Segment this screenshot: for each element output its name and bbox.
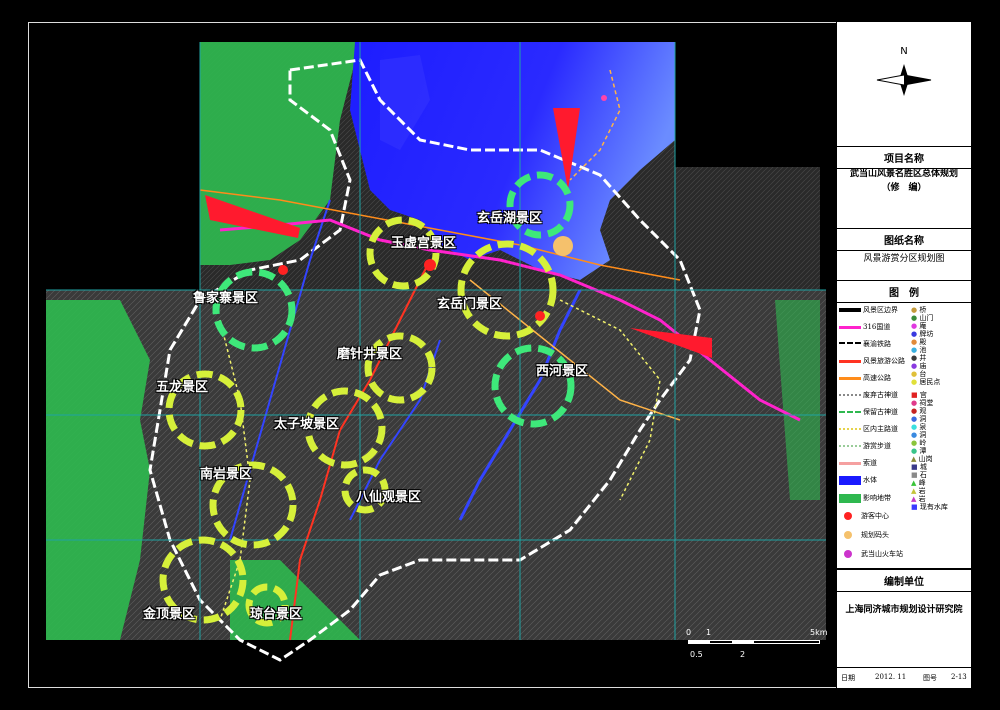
drawing-title-heading: 图纸名称 xyxy=(837,228,971,251)
legend-item: 水体 xyxy=(839,475,877,485)
north-label: N xyxy=(900,46,908,57)
legend-item: 316国道 xyxy=(839,322,890,332)
north-arrow-icon xyxy=(876,64,932,96)
title-block-panel: N 项目名称 武当山风景名胜区总体规划 （修 编） 图纸名称 风景游赏分区规划图… xyxy=(836,22,971,688)
visitor-center-marker[interactable] xyxy=(535,311,545,321)
legend-swatch-road316 xyxy=(839,325,861,329)
sheet-label: 图号 xyxy=(923,674,937,682)
date-label: 日期 xyxy=(841,674,855,682)
legend-swatch-abandoned-path xyxy=(839,394,861,396)
legend-item: 游赏步道 xyxy=(839,441,891,451)
legend-swatch-expressway xyxy=(839,376,861,380)
legend-item: 索道 xyxy=(839,458,877,468)
legend-right-column: ● 桥 ● 山门 ● 庵 ● 牌坊 ● 殿 ● 池 ● 井 ● 庙 ● 台 ● … xyxy=(911,305,969,545)
zone-label-nanyan[interactable]: 南岩景区 xyxy=(200,463,252,482)
legend-item: 废弃古神道 xyxy=(839,390,898,400)
legend-item: 高速公路 xyxy=(839,373,891,383)
train-station-marker[interactable] xyxy=(601,95,607,101)
legend-left-column: 风景区边界 316国道 襄渝铁路 风景旅游公路 高速公路 废弃古神道 保留古神道… xyxy=(839,305,909,565)
legend-item: 游客中心 xyxy=(839,511,889,521)
drawing-name: 风景游赏分区规划图 xyxy=(863,254,945,264)
zone-label-wulong[interactable]: 五龙景区 xyxy=(156,376,208,395)
zone-label-taizipo[interactable]: 太子坡景区 xyxy=(274,413,339,432)
legend-item: 规划码头 xyxy=(839,530,889,540)
legend-swatch-influence xyxy=(839,493,861,503)
legend-swatch-pier xyxy=(844,531,852,539)
legend-heading: 图 例 xyxy=(837,280,971,303)
zone-label-qiongtai[interactable]: 琼台景区 xyxy=(250,603,302,622)
scale-bar xyxy=(688,636,820,648)
legend-swatch-main-road xyxy=(839,428,861,430)
scale-label-5km: 5km xyxy=(810,628,828,637)
zone-label-mozhenjing[interactable]: 磨针井景区 xyxy=(337,343,402,362)
legend-swatch-water xyxy=(839,475,861,485)
legend-swatch-cableway xyxy=(839,461,861,465)
legend-swatch-railway xyxy=(839,341,861,347)
visitor-center-marker[interactable] xyxy=(278,265,288,275)
scale-bar-fill xyxy=(732,640,754,644)
legend-swatch-train-station xyxy=(844,550,852,558)
project-name-line2: （修 编） xyxy=(881,183,927,193)
zone-label-xuanyuemen[interactable]: 玄岳门景区 xyxy=(437,293,502,312)
legend-item: 风景旅游公路 xyxy=(839,356,905,366)
map-sheet: 玉虚宫景区 玄岳湖景区 鲁家寨景区 玄岳门景区 磨针井景区 五龙景区 西河景区 … xyxy=(0,0,1000,710)
legend-swatch-tourism-road xyxy=(839,359,861,363)
zone-label-yuxugong[interactable]: 玉虚宫景区 xyxy=(391,232,456,251)
legend-item: 武当山火车站 xyxy=(839,549,903,559)
zone-label-lujiazhai[interactable]: 鲁家寨景区 xyxy=(193,287,258,306)
zone-label-xuanyuehu[interactable]: 玄岳湖景区 xyxy=(477,207,542,226)
legend-swatch-trail xyxy=(839,445,861,447)
legend-item: 襄渝铁路 xyxy=(839,339,891,349)
org-heading: 编制单位 xyxy=(837,568,971,592)
legend-item: 风景区边界 xyxy=(839,305,898,315)
scale-label-2: 2 xyxy=(740,650,746,659)
zone-label-jinding[interactable]: 金顶景区 xyxy=(143,603,195,622)
legend-item: 影响地带 xyxy=(839,493,891,503)
legend-symbol-item: ● 居民点 xyxy=(911,378,941,386)
legend-swatch-kept-path xyxy=(839,411,861,413)
project-name-line1: 武当山风景名胜区总体规划 xyxy=(849,169,958,179)
planned-pier-marker[interactable] xyxy=(553,236,573,256)
sheet-value: 2-13 xyxy=(951,673,967,681)
legend-symbol-item: ■ 现有水库 xyxy=(911,503,948,511)
legend-item: 区内主路道 xyxy=(839,424,898,434)
legend-item: 保留古神道 xyxy=(839,407,898,417)
visitor-center-marker[interactable] xyxy=(424,259,436,271)
scale-label-0-5: 0.5 xyxy=(690,650,703,659)
scale-label-1: 1 xyxy=(706,628,712,637)
zone-label-xihe[interactable]: 西河景区 xyxy=(536,360,588,379)
date-value: 2012. 11 xyxy=(875,673,907,681)
scale-bar-fill xyxy=(688,640,710,644)
legend-swatch-visitor-center xyxy=(844,512,852,520)
org-name: 上海同济城市规划设计研究院 xyxy=(845,605,963,615)
scale-label-0: 0 xyxy=(686,628,692,637)
project-title-heading: 项目名称 xyxy=(837,146,971,169)
zone-label-baxianguan[interactable]: 八仙观景区 xyxy=(356,486,421,505)
legend-swatch-boundary xyxy=(839,308,861,312)
